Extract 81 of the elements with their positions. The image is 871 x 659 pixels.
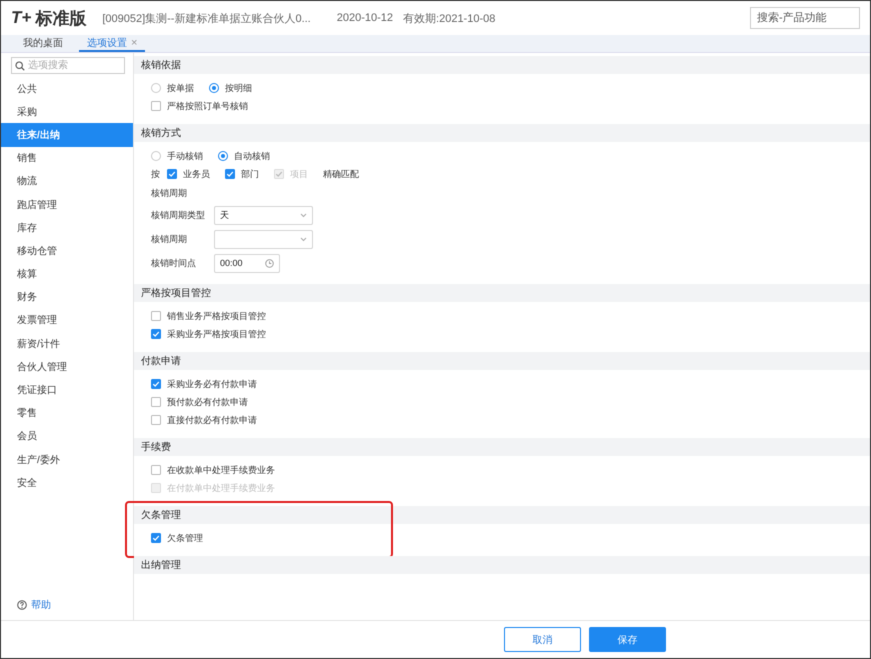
radio-button[interactable]	[151, 83, 161, 93]
sidebar-item[interactable]: 核算	[1, 262, 133, 286]
sidebar-item[interactable]: 会员	[1, 424, 133, 448]
field-label: 核销周期	[151, 232, 188, 246]
option-label: 手动核销	[167, 150, 203, 162]
checkbox[interactable]	[151, 311, 161, 321]
option-label: 业务员	[183, 168, 210, 180]
sidebar-item[interactable]: 移动仓管	[1, 239, 133, 262]
account-name: [009052]集测--新建标准单据立账合伙人0...	[102, 12, 311, 26]
sidebar-item[interactable]: 生产/委外	[1, 448, 133, 472]
option-label: 欠条管理	[167, 532, 203, 544]
sidebar-item[interactable]: 跑店管理	[1, 192, 133, 216]
tab[interactable]: 我的桌面	[15, 35, 71, 52]
radio-button[interactable]	[218, 151, 228, 161]
option-label: 在付款单中处理手续费业务	[167, 482, 275, 494]
option-label: 按明细	[225, 82, 252, 94]
checkbox[interactable]	[151, 101, 161, 111]
section-header: 出纳管理	[134, 556, 870, 574]
radio-button[interactable]	[151, 151, 161, 161]
logo-mark: T+	[11, 8, 32, 28]
option-label: 采购业务必有付款申请	[167, 378, 257, 390]
sidebar-item[interactable]: 合伙人管理	[1, 355, 133, 378]
checkbox[interactable]	[151, 329, 161, 339]
sidebar-item[interactable]: 发票管理	[1, 308, 133, 332]
sidebar-item[interactable]: 凭证接口	[1, 378, 133, 402]
select-field[interactable]	[214, 230, 313, 248]
expiry-date: 有效期:2021-10-08	[403, 12, 496, 26]
option-label: 采购业务严格按项目管控	[167, 328, 266, 340]
group-label: 核销周期	[151, 186, 187, 200]
sidebar-item[interactable]: 财务	[1, 286, 133, 309]
chevron-down-icon	[300, 236, 307, 242]
chevron-down-icon	[300, 212, 307, 218]
sidebar-item[interactable]: 物流	[1, 170, 133, 193]
section-header: 欠条管理	[134, 506, 870, 524]
option-label: 预付款必有付款申请	[167, 396, 248, 408]
field-label: 核销时间点	[151, 256, 197, 270]
select-field[interactable]: 天	[214, 206, 313, 224]
sidebar-item[interactable]: 销售	[1, 146, 133, 170]
match-label: 按	[151, 168, 160, 180]
sidebar-item[interactable]: 采购	[1, 100, 133, 124]
section-header: 手续费	[134, 438, 870, 456]
checkbox[interactable]	[151, 415, 161, 425]
question-icon	[17, 600, 27, 610]
match-label: 精确匹配	[323, 168, 359, 180]
option-label: 项目	[290, 168, 308, 180]
sidebar-item[interactable]: 安全	[1, 471, 133, 494]
time-field[interactable]: 00:00	[214, 254, 280, 272]
field-label: 核销周期类型	[151, 208, 206, 222]
option-label: 直接付款必有付款申请	[167, 414, 257, 426]
section-header: 核销方式	[134, 124, 870, 142]
cancel-button[interactable]: 取消	[504, 627, 581, 652]
radio-button[interactable]	[209, 83, 219, 93]
option-label: 销售业务严格按项目管控	[167, 310, 266, 322]
option-label: 严格按照订单号核销	[167, 100, 248, 112]
option-label: 按单据	[167, 82, 194, 94]
checkbox[interactable]	[151, 465, 161, 475]
option-label: 自动核销	[234, 150, 270, 162]
login-date: 2020-10-12	[336, 12, 394, 24]
sidebar-item[interactable]: 公共	[1, 77, 133, 100]
option-label: 在收款单中处理手续费业务	[167, 464, 275, 476]
checkbox[interactable]	[151, 397, 161, 407]
checkbox[interactable]	[167, 169, 177, 179]
checkbox[interactable]	[225, 169, 235, 179]
sidebar-item[interactable]: 零售	[1, 402, 133, 425]
help-link[interactable]: 帮助	[17, 598, 133, 612]
search-field[interactable]: 选项搜索	[11, 57, 125, 74]
sidebar-item[interactable]: 薪资/计件	[1, 332, 133, 356]
checkbox[interactable]	[151, 533, 161, 543]
product-name: 标准版	[35, 8, 86, 30]
section-header: 严格按项目管控	[134, 284, 870, 302]
search-icon	[15, 61, 25, 71]
checkbox[interactable]	[151, 379, 161, 389]
section-header: 核销依据	[134, 56, 870, 74]
clock-icon	[265, 258, 274, 268]
save-button[interactable]: 保存	[589, 627, 666, 652]
sidebar-item[interactable]: 库存	[1, 216, 133, 240]
search-field[interactable]: 搜索-产品功能	[750, 7, 860, 29]
tab[interactable]: 选项设置 ×	[79, 35, 146, 52]
sidebar-item[interactable]: 往来/出纳	[1, 123, 133, 147]
section-header: 付款申请	[134, 352, 870, 370]
option-label: 部门	[241, 168, 259, 180]
